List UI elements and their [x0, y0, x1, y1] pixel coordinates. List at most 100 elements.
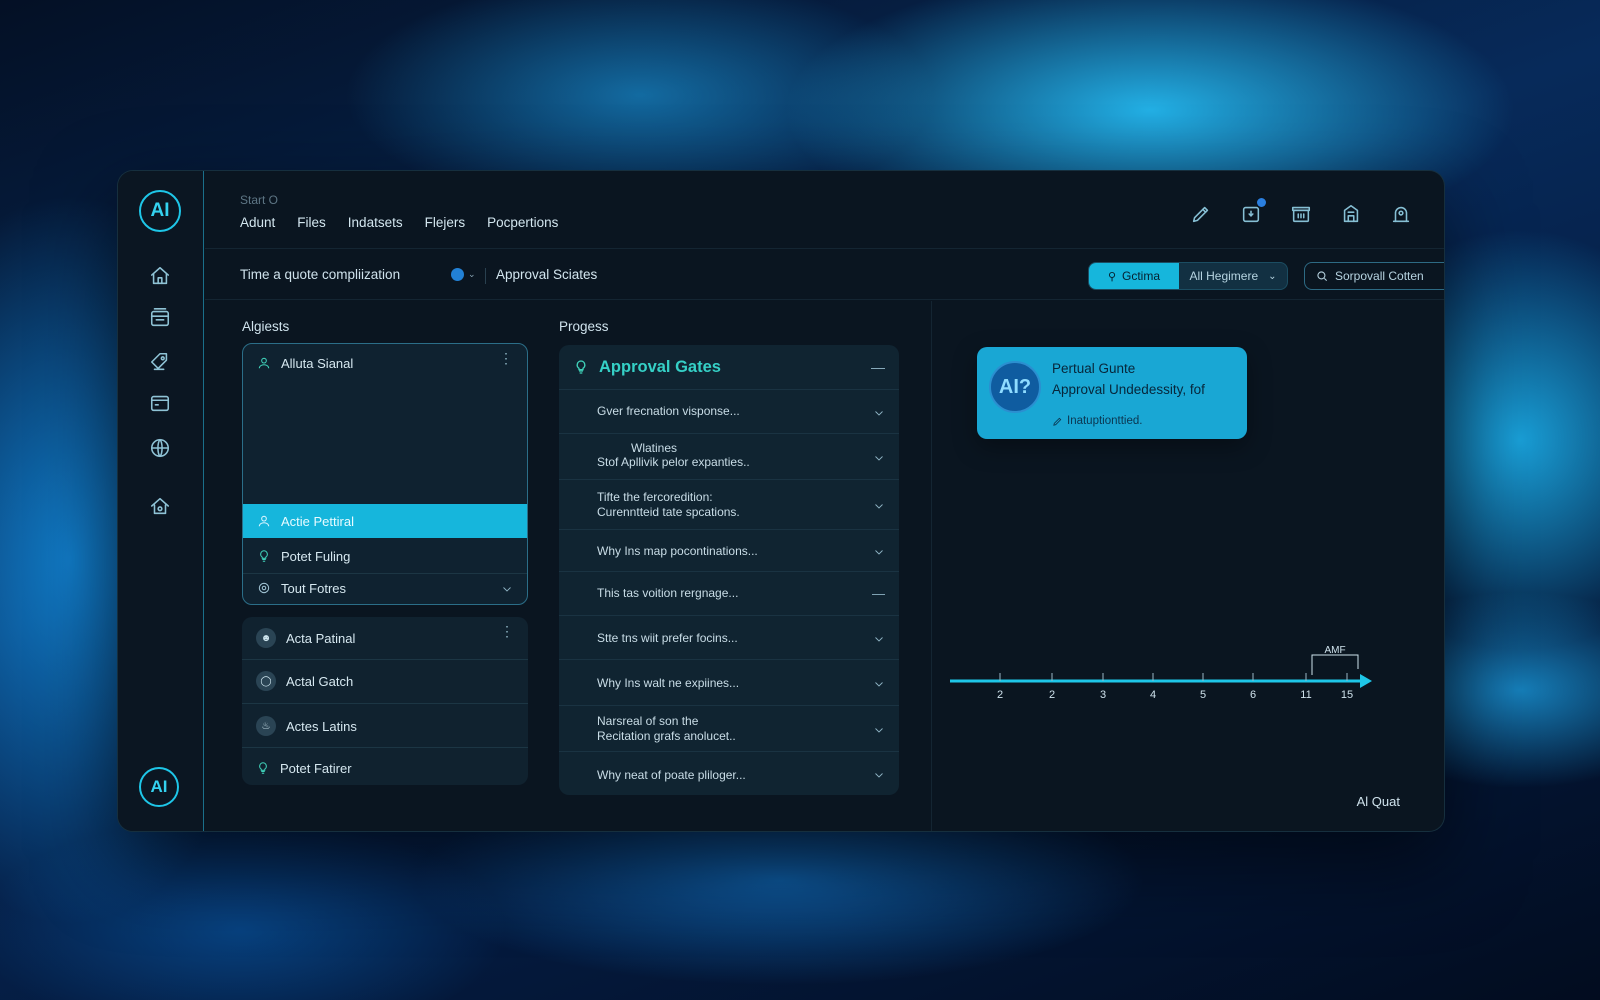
approval-gates-header[interactable]: Approval Gates	[559, 345, 899, 389]
agent-row[interactable]: Potet Fuling	[243, 539, 527, 573]
footer-label: Al Quat	[1356, 794, 1400, 809]
search-input[interactable]: Sorpovall Cotten	[1335, 269, 1444, 283]
breadcrumb[interactable]: Start O	[240, 193, 278, 207]
collapse-icon[interactable]: —	[871, 359, 885, 375]
agent-card-header-label: Alluta Sianal	[281, 355, 354, 371]
chevron-down-icon[interactable]	[873, 768, 885, 780]
globe-icon[interactable]	[149, 437, 171, 459]
agent-row[interactable]: ♨ Actes Latins	[242, 705, 528, 747]
divider	[485, 268, 486, 284]
agents-title: Algiests	[242, 319, 290, 334]
timeline-marker-label: AMF	[1324, 645, 1345, 656]
home-icon[interactable]	[149, 265, 171, 287]
edit-icon[interactable]	[1190, 203, 1212, 225]
divider	[242, 703, 528, 704]
gate-item[interactable]: Narsreal of son the Recitation grafs ano…	[559, 705, 899, 751]
nav-item[interactable]: Pocpertions	[487, 215, 558, 230]
search-field[interactable]: Sorpovall Cotten	[1304, 262, 1444, 290]
gate-item[interactable]: Wlatines Stof Apllivik pelor expanties..	[559, 433, 899, 479]
timeline-tick-label: 3	[1100, 689, 1106, 701]
chevron-down-icon[interactable]	[501, 582, 513, 594]
timeline-tick-label: 15	[1341, 689, 1353, 701]
tag-icon[interactable]	[149, 351, 171, 373]
agent-row[interactable]: Potet Fatirer	[242, 747, 528, 785]
agent-row-active[interactable]: Actie Pettiral	[243, 504, 527, 538]
house-settings-icon[interactable]	[149, 495, 171, 517]
wallet-icon[interactable]	[149, 392, 171, 414]
timeline[interactable]: 2 2 3 4 5 6 11 15 AMF	[950, 641, 1380, 721]
gate-item-text: Stof Apllivik pelor expanties..	[597, 455, 750, 469]
timeline-tick-label: 2	[997, 689, 1003, 701]
app-logo[interactable]: AI	[139, 190, 181, 232]
status-dot	[451, 268, 464, 281]
timeline-tick-label: 11	[1300, 689, 1311, 701]
timeline-tick-label: 4	[1150, 689, 1156, 701]
agent-row[interactable]: ☻ Acta Patinal	[242, 617, 528, 659]
timeline-tick-label: 5	[1200, 689, 1206, 701]
building-icon[interactable]	[1340, 203, 1362, 225]
approval-gates-title: Approval Gates	[599, 357, 721, 376]
gate-item[interactable]: Tifte the fercoredition: Curenntteid tat…	[559, 479, 899, 529]
gate-item[interactable]: This tas voition rergnage... —	[559, 571, 899, 615]
agent-row-label: Actie Pettiral	[281, 513, 354, 529]
agent-avatar-icon: ◯	[256, 671, 276, 691]
chevron-down-icon[interactable]	[873, 406, 885, 418]
segment-dropdown[interactable]: All Hegimere ⌄	[1179, 263, 1287, 289]
agent-avatar-icon: ♨	[256, 716, 276, 736]
chevron-down-icon: ⌄	[1268, 270, 1277, 282]
more-icon[interactable]: ⋮	[499, 351, 513, 365]
filter-bar: Time a quote compliization ⌄ Approval Sc…	[205, 250, 1444, 300]
chevron-down-icon[interactable]	[873, 677, 885, 689]
archive-icon[interactable]	[1290, 203, 1312, 225]
notification-icon[interactable]	[1240, 198, 1266, 225]
agent-card-header[interactable]: Alluta Sianal	[243, 346, 527, 380]
segment-active[interactable]: ⚲ Gctima	[1089, 263, 1179, 289]
notification-card[interactable]: AI? Pertual Gunte Approval Undedessity, …	[977, 347, 1247, 439]
filter-title: Time a quote compliization	[240, 267, 401, 282]
gate-item[interactable]: Why Ins map pocontinations...	[559, 529, 899, 571]
gate-item[interactable]: Why Ins walt ne expiines...	[559, 659, 899, 705]
agent-row[interactable]: ◯ Actal Gatch	[242, 660, 528, 702]
agent-row-label: Potet Fatirer	[280, 760, 352, 776]
gate-item[interactable]: Gver frecnation visponse...	[559, 389, 899, 433]
agent-list-card: ☻ Acta Patinal ⋮ ◯ Actal Gatch ♨ Actes L…	[242, 617, 528, 785]
nav-item[interactable]: Files	[297, 215, 326, 230]
approval-states-label[interactable]: Approval Sciates	[496, 267, 597, 282]
agent-row-label: Tout Fotres	[281, 580, 347, 596]
chevron-down-icon[interactable]	[873, 451, 885, 463]
user-icon[interactable]	[1390, 203, 1412, 225]
gate-item-text: Wlatines	[631, 441, 678, 455]
timeline-tick-label: 2	[1049, 689, 1055, 701]
notification-footer-text: Inatuptionttied.	[1067, 415, 1143, 427]
agent-row-label: Potet Fuling	[281, 548, 351, 564]
chevron-down-icon[interactable]	[873, 545, 885, 557]
app-window: AI AI Start O Adunt Files Indatsets Flej…	[117, 170, 1445, 832]
nav-item[interactable]: Adunt	[240, 215, 275, 230]
timeline-marker-bracket	[1311, 654, 1359, 675]
collapse-icon[interactable]: —	[872, 586, 885, 601]
gate-item[interactable]: Why neat of poate pliloger...	[559, 751, 899, 795]
agent-row-label: Actal Gatch	[286, 673, 354, 689]
chevron-down-icon[interactable]	[873, 632, 885, 644]
user-icon	[257, 356, 271, 370]
edit-icon	[1052, 416, 1063, 427]
target-icon	[257, 581, 271, 595]
nav-item[interactable]: Flejers	[425, 215, 466, 230]
inbox-icon[interactable]	[149, 307, 171, 329]
lightbulb-icon	[256, 761, 270, 775]
status-select[interactable]: ⌄	[451, 268, 476, 281]
gate-item-text: Tifte the fercoredition:	[597, 490, 713, 504]
gate-item[interactable]: Stte tns wiit prefer focins...	[559, 615, 899, 659]
more-icon[interactable]: ⋮	[500, 624, 514, 638]
gate-item-text: Why neat of poate pliloger...	[597, 768, 746, 782]
footer-logo[interactable]: AI	[139, 767, 179, 807]
notification-logo: AI?	[989, 361, 1041, 413]
sidebar: AI AI	[118, 171, 204, 831]
nav-item[interactable]: Indatsets	[348, 215, 403, 230]
agent-row[interactable]: Tout Fotres	[243, 571, 527, 604]
chevron-down-icon[interactable]	[873, 499, 885, 511]
timeline-arrow	[1360, 674, 1372, 688]
chevron-down-icon[interactable]	[873, 723, 885, 735]
gate-item-text: Stte tns wiit prefer focins...	[597, 631, 738, 645]
toolbar-icons	[1190, 198, 1412, 225]
